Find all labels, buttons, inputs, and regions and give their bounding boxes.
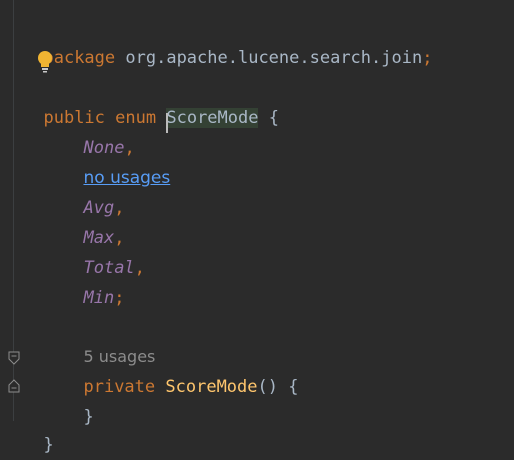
constructor-close-line[interactable]: } xyxy=(63,372,93,427)
lightbulb-icon[interactable] xyxy=(36,50,54,74)
fold-start-icon[interactable] xyxy=(8,351,20,365)
text-caret xyxy=(166,113,169,133)
enum-constant-line[interactable]: Total, xyxy=(63,223,144,278)
usages-hint-line[interactable]: 5 usages xyxy=(63,312,155,366)
enum-close-brace: } xyxy=(43,435,54,455)
package-declaration-line[interactable]: package org.apache.lucene.search.join; xyxy=(23,13,432,68)
enum-open-brace: { xyxy=(268,108,279,128)
enum-constant-line[interactable]: None, xyxy=(63,103,134,158)
enum-constant: Min xyxy=(83,288,115,308)
enum-separator: ; xyxy=(114,288,125,308)
package-semicolon: ; xyxy=(422,48,433,68)
constructor-open-brace: { xyxy=(288,377,299,397)
constructor-parens: () xyxy=(257,377,278,397)
fold-end-icon[interactable] xyxy=(8,379,20,393)
enum-constant-line[interactable]: Avg, xyxy=(63,163,124,218)
private-keyword: private xyxy=(83,377,156,397)
enum-constant-line[interactable]: Max, xyxy=(63,193,124,248)
enum-close-line[interactable]: } xyxy=(23,400,53,455)
package-name: org.apache.lucene.search.join xyxy=(125,48,423,68)
no-usages-hint-line[interactable]: no usages xyxy=(63,133,170,188)
package-keyword: package xyxy=(43,48,116,68)
constructor-line[interactable]: private ScoreMode() { xyxy=(63,342,298,397)
constructor-close-brace: } xyxy=(83,407,94,427)
enum-declaration-line[interactable]: public enum ScoreMode { xyxy=(23,73,279,133)
enum-name-text: ScoreMode xyxy=(166,108,259,128)
enum-separator: , xyxy=(134,258,145,278)
enum-constant-line[interactable]: Min; xyxy=(63,253,124,308)
enum-name[interactable]: ScoreMode xyxy=(166,108,259,133)
constructor-name: ScoreMode xyxy=(165,377,258,397)
